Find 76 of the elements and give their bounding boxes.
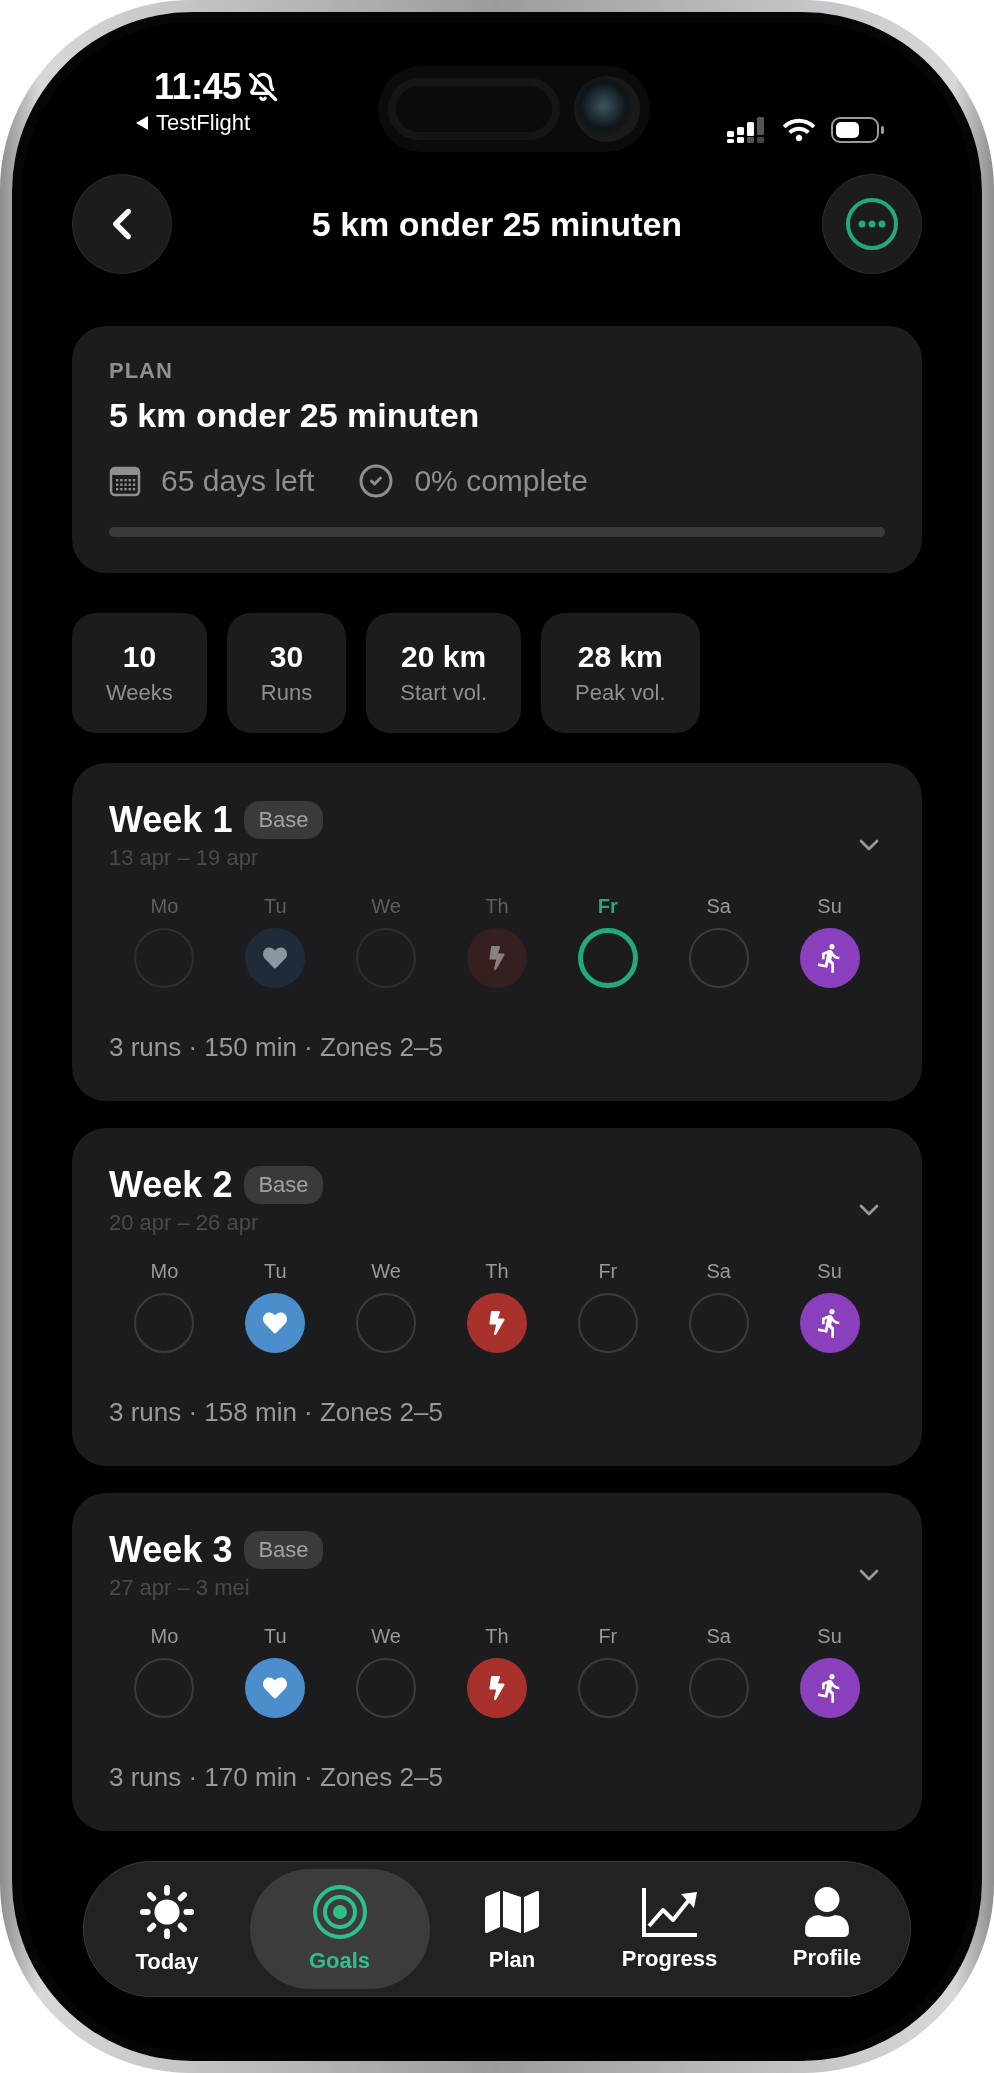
day-label: Fr: [598, 1260, 618, 1283]
back-triangle-icon[interactable]: [134, 115, 150, 131]
calendar-icon: [109, 465, 141, 497]
workout-dot[interactable]: [577, 1658, 638, 1718]
stat-value: 28 km: [577, 640, 663, 674]
stat-label: Peak vol.: [575, 680, 666, 706]
workout-dot[interactable]: [356, 1293, 417, 1353]
stat-label: Weeks: [106, 680, 173, 706]
workout-dot[interactable]: [688, 928, 749, 988]
signal-icon: [727, 117, 767, 143]
week-title: Week 3: [109, 1529, 233, 1571]
tab-item[interactable]: Profile: [752, 1869, 902, 1989]
workout-dot[interactable]: [356, 1658, 417, 1718]
tab-item[interactable]: Goals: [249, 1869, 430, 1989]
back-app-link[interactable]: TestFlight: [156, 110, 251, 136]
stat-label: Runs: [260, 680, 313, 706]
stat-value: 10: [122, 640, 157, 674]
stat-label: Start vol.: [400, 680, 487, 706]
day-label: Th: [485, 1260, 509, 1283]
day-label: Su: [817, 1625, 842, 1648]
status-time: 11:45: [154, 66, 242, 108]
week-summary: 3 runs · 150 min · Zones 2–5: [109, 1032, 444, 1063]
week-summary: 3 runs · 158 min · Zones 2–5: [109, 1397, 444, 1428]
heart-icon: [263, 946, 288, 970]
days-left-text: 65 days left: [161, 464, 315, 498]
day-label: Su: [817, 1260, 842, 1283]
battery-icon: [831, 117, 884, 143]
day-label: Tu: [263, 895, 287, 918]
plan-title: 5 km onder 25 minuten: [109, 396, 481, 435]
plan-eyebrow: PLAN: [109, 358, 174, 384]
week-title: Week 1: [109, 799, 233, 841]
page-title: 5 km onder 25 minuten: [311, 204, 683, 244]
heart-icon: [263, 1676, 288, 1700]
person-icon: [802, 1887, 852, 1937]
stat-value: 20 km: [401, 640, 487, 674]
week-summary: 3 runs · 170 min · Zones 2–5: [109, 1762, 444, 1793]
tab-item[interactable]: Plan: [437, 1869, 587, 1989]
target-icon: [311, 1884, 368, 1940]
day-label: Sa: [706, 1625, 731, 1648]
day-label: Th: [485, 1625, 509, 1648]
week-title: Week 2: [109, 1164, 233, 1206]
completion-text: 0% complete: [414, 464, 588, 498]
day-label: Fr: [597, 895, 618, 918]
day-label: Sa: [706, 895, 731, 918]
day-label: Su: [817, 895, 842, 918]
heart-icon: [263, 1311, 288, 1335]
day-label: Mo: [150, 1260, 179, 1283]
day-label: Th: [485, 895, 509, 918]
workout-dot[interactable]: [134, 1293, 195, 1353]
sun-icon: [138, 1883, 196, 1941]
day-label: Tu: [263, 1260, 287, 1283]
workout-dot[interactable]: [577, 928, 638, 988]
day-label: Tu: [263, 1625, 287, 1648]
ellipsis-circle-icon: [845, 197, 899, 251]
day-label: We: [371, 895, 401, 918]
chart-icon: [640, 1886, 699, 1938]
tab-item[interactable]: Progress: [594, 1869, 745, 1989]
check-circle-icon: [358, 463, 395, 499]
workout-dot[interactable]: [467, 1658, 527, 1718]
day-label: We: [371, 1260, 401, 1283]
phase-badge: Base: [244, 1166, 323, 1204]
workout-dot[interactable]: [688, 1293, 749, 1353]
day-label: Mo: [150, 1625, 179, 1648]
phase-badge: Base: [244, 1531, 323, 1569]
tab-item[interactable]: Today: [92, 1869, 242, 1989]
workout-dot[interactable]: [688, 1658, 749, 1718]
bell-off-icon: [247, 72, 278, 102]
day-label: Fr: [598, 1625, 618, 1648]
stat-value: 30: [269, 640, 304, 674]
phase-badge: Base: [244, 801, 323, 839]
day-label: We: [371, 1625, 401, 1648]
workout-dot[interactable]: [577, 1293, 638, 1353]
workout-dot[interactable]: [134, 1658, 195, 1718]
workout-dot[interactable]: [467, 1293, 527, 1353]
day-label: Sa: [706, 1260, 731, 1283]
day-label: Mo: [150, 895, 179, 918]
